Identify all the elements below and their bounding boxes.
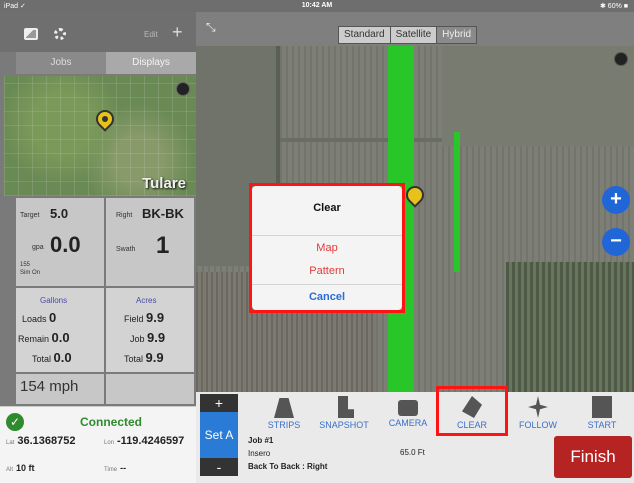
offset-distance: 65.0 Ft (400, 448, 425, 457)
compass-icon[interactable] (614, 52, 628, 66)
job-info: Job #1 Insero Back To Back : Right (248, 434, 327, 473)
loads-row: Loads 0 (22, 310, 57, 325)
overview-map[interactable]: Tulare (4, 76, 196, 196)
expand-icon[interactable]: ⤡ (206, 20, 216, 35)
map-toolbar: ⤡ Standard Satellite Hybrid (196, 12, 634, 46)
right-value: BK-BK (142, 206, 184, 221)
map-type-hybrid[interactable]: Hybrid (437, 27, 477, 43)
compass-icon (176, 82, 190, 96)
dialog-title: Clear (313, 202, 341, 214)
camera-icon (398, 400, 418, 416)
empty-tile[interactable] (106, 374, 194, 404)
start-button[interactable]: START (572, 396, 632, 430)
gallons-tile[interactable]: Gallons Loads 0 Remain 0.0 Total 0.0 (16, 288, 104, 372)
clear-dialog: Clear Map Pattern Cancel (252, 186, 402, 310)
remain-row: Remain 0.0 (18, 330, 70, 345)
tab-displays[interactable]: Displays (106, 52, 196, 74)
map-type-standard[interactable]: Standard (339, 27, 391, 43)
left-toolbar: Edit + (0, 12, 196, 52)
finish-button[interactable]: Finish (554, 436, 632, 478)
target-label: Target (20, 212, 40, 219)
set-a-button[interactable]: Set A (200, 412, 238, 458)
swath-value: 1 (156, 232, 170, 259)
map-type-selector: Standard Satellite Hybrid (338, 26, 478, 44)
gps-status-panel: ✓ Connected Lat 36.1368752 Lon -119.424659… (0, 406, 196, 483)
field-parcel (442, 46, 634, 146)
panel-tabs: Jobs Displays (16, 52, 196, 74)
cancel-button[interactable]: Cancel (252, 284, 402, 308)
longitude: Lon -119.4246597 (104, 435, 185, 447)
status-bar: iPad ✓ 10:42 AM ✱ 60% ■ (0, 0, 634, 12)
sim-status: Sim On (20, 270, 41, 276)
rate-unit: gpa (32, 244, 44, 251)
connection-status: Connected (80, 415, 143, 429)
strips-button[interactable]: STRIPS (254, 396, 314, 430)
acres-tile[interactable]: Acres Field 9.9 Job 9.9 Total 9.9 (106, 288, 194, 372)
app-window: iPad ✓ 10:42 AM ✱ 60% ■ Edit + Jobs Disp… (0, 0, 634, 483)
gallons-total-row: Total 0.0 (32, 350, 72, 365)
photo-icon[interactable] (24, 28, 38, 40)
field-parcel (506, 262, 634, 392)
right-label: Right (116, 212, 133, 219)
follow-button[interactable]: FOLLOW (508, 396, 568, 430)
edit-button[interactable]: Edit (144, 30, 158, 39)
field-row: Field 9.9 (124, 310, 165, 325)
snapshot-icon (338, 396, 354, 418)
clear-map-option[interactable]: Map (252, 235, 402, 259)
snapshot-button[interactable]: SNAPSHOT (314, 396, 374, 430)
map-place-label: Tulare (142, 175, 186, 192)
start-icon (592, 396, 612, 418)
decrement-button[interactable]: - (200, 458, 238, 476)
latitude: Lat 36.1368752 (6, 435, 76, 447)
job-row: Job 9.9 (130, 330, 166, 345)
target-rate-tile[interactable]: Target 5.0 gpa 0.0 155 Sim On (16, 198, 104, 286)
guidance-mode: Back To Back : Right (248, 462, 328, 471)
speed-value: 154 mph (20, 378, 79, 395)
boom-section-tile[interactable]: Right BK-BK Swath 1 (106, 198, 194, 286)
ab-line-stepper: + Set A - (200, 394, 238, 478)
zoom-in-button[interactable]: + (602, 186, 630, 214)
gear-icon[interactable] (54, 28, 66, 40)
location-pin-icon (92, 106, 118, 132)
acres-total-row: Total 9.9 (124, 350, 164, 365)
left-panel: Edit + Jobs Displays Tulare Target 5.0 g… (0, 12, 196, 483)
check-icon: ✓ (6, 413, 24, 431)
map-type-satellite[interactable]: Satellite (390, 27, 438, 43)
strips-icon (274, 396, 294, 418)
swath-label: Swath (116, 246, 136, 253)
gallons-title: Gallons (40, 296, 68, 305)
target-value: 5.0 (50, 206, 69, 221)
applied-strip (454, 132, 460, 272)
speed-tile[interactable]: 154 mph (16, 374, 104, 404)
battery-status: ✱ 60% ■ (600, 3, 628, 10)
follow-icon (528, 396, 548, 418)
tab-jobs[interactable]: Jobs (16, 52, 106, 74)
zoom-out-button[interactable]: − (602, 228, 630, 256)
acres-title: Acres (136, 296, 157, 305)
camera-button[interactable]: CAMERA (378, 396, 438, 428)
gps-time: Time -- (104, 463, 127, 473)
clear-pattern-option[interactable]: Pattern (252, 259, 402, 283)
increment-button[interactable]: + (200, 394, 238, 412)
bottom-toolbar: + Set A - STRIPS SNAPSHOT CAMERA CLEAR F… (196, 386, 634, 483)
applied-rate: 0.0 (50, 232, 81, 257)
clock: 10:42 AM (301, 2, 333, 9)
clear-highlight (436, 386, 508, 436)
add-button[interactable]: + (172, 22, 183, 43)
job-name: Job #1 (248, 436, 274, 445)
sim-value: 155 (20, 262, 31, 268)
altitude: Alt 10 ft (6, 463, 35, 473)
job-operator: Insero (248, 449, 271, 458)
